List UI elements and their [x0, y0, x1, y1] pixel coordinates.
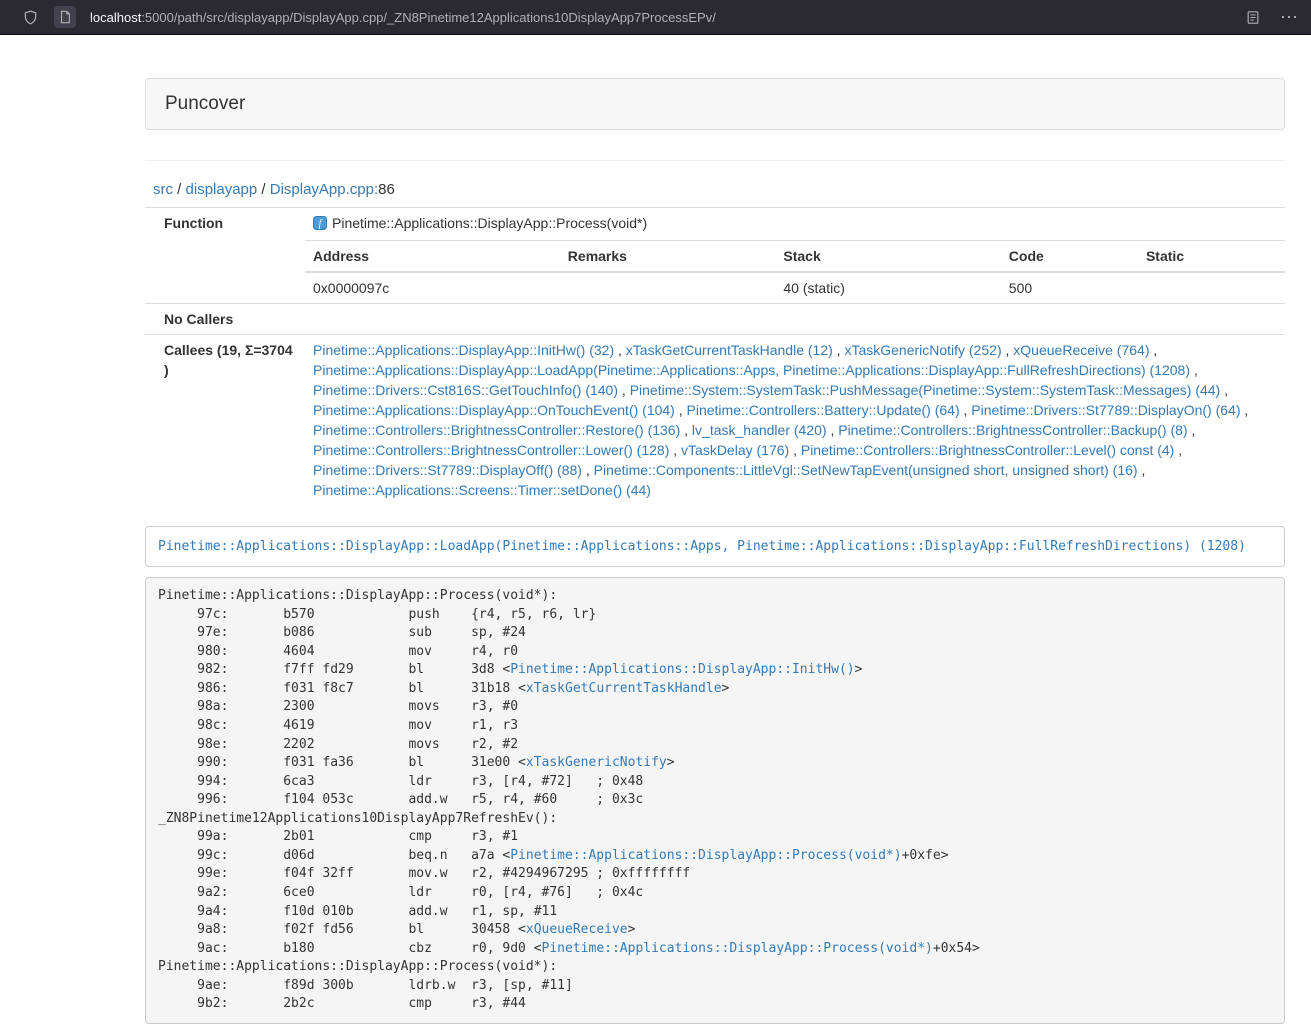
callee-link[interactable]: vTaskDelay (176): [681, 442, 789, 458]
breadcrumb: src / displayapp / DisplayApp.cpp:86: [145, 181, 1285, 198]
code-symbol-link[interactable]: Pinetime::Applications::DisplayApp::Proc…: [542, 941, 933, 956]
url-bar[interactable]: localhost:5000/path/src/displayapp/Displ…: [90, 10, 1246, 25]
callee-link[interactable]: Pinetime::Controllers::Battery::Update()…: [687, 402, 960, 418]
callee-link[interactable]: xTaskGetCurrentTaskHandle (12): [626, 342, 833, 358]
divider: [145, 160, 1285, 161]
loadapp-symbol-link[interactable]: Pinetime::Applications::DisplayApp::Load…: [158, 539, 1246, 554]
callee-link[interactable]: Pinetime::Drivers::St7789::DisplayOn() (…: [971, 402, 1240, 418]
function-icon: f: [313, 215, 327, 235]
url-host: localhost: [90, 10, 141, 25]
reader-view-icon[interactable]: [1246, 10, 1260, 25]
static-value: [1138, 272, 1285, 303]
url-path: :5000/path/src/displayapp/DisplayApp.cpp…: [141, 10, 716, 25]
callee-link[interactable]: Pinetime::Applications::DisplayApp::Init…: [313, 342, 614, 358]
function-label: Function: [145, 208, 305, 304]
stats-row-wrapper: Address Remarks Stack Code Static 0x0000…: [145, 241, 1285, 304]
callee-link[interactable]: Pinetime::Controllers::BrightnessControl…: [838, 422, 1187, 438]
no-callers-row: No Callers: [145, 304, 1285, 335]
callee-link[interactable]: Pinetime::Drivers::Cst816S::GetTouchInfo…: [313, 382, 618, 398]
function-name-cell: f Pinetime::Applications::DisplayApp::Pr…: [305, 208, 1285, 241]
breadcrumb-link-src[interactable]: src: [153, 181, 173, 198]
breadcrumb-separator: /: [177, 181, 181, 198]
callees-row: Callees (19, Σ=3704 ) Pinetime::Applicat…: [145, 335, 1285, 506]
column-header-remarks: Remarks: [560, 241, 776, 272]
breadcrumb-link-file[interactable]: DisplayApp.cpp:: [270, 181, 378, 198]
function-table: Function f Pinetime::Applications::Displ…: [145, 207, 1285, 505]
breadcrumb-link-displayapp[interactable]: displayapp: [186, 181, 258, 198]
callee-link[interactable]: Pinetime::System::SystemTask::PushMessag…: [630, 382, 1221, 398]
page-container: Puncover src / displayapp / DisplayApp.c…: [145, 35, 1285, 1024]
stack-value: 40 (static): [775, 272, 1000, 303]
remarks-value: [560, 272, 776, 303]
column-header-address: Address: [305, 241, 560, 272]
code-symbol-link[interactable]: Pinetime::Applications::DisplayApp::Init…: [510, 662, 854, 677]
more-menu-icon[interactable]: ⋯: [1280, 12, 1299, 22]
callee-link[interactable]: lv_task_handler (420): [692, 422, 827, 438]
page-icon[interactable]: [54, 6, 76, 28]
code-symbol-link[interactable]: xTaskGenericNotify: [526, 755, 667, 770]
symbol-box: Pinetime::Applications::DisplayApp::Load…: [145, 526, 1285, 567]
browser-toolbar: localhost:5000/path/src/displayapp/Displ…: [0, 0, 1311, 35]
breadcrumb-line-number: 86: [378, 181, 395, 198]
callee-link[interactable]: Pinetime::Applications::Screens::Timer::…: [313, 482, 651, 498]
function-row: Function f Pinetime::Applications::Displ…: [145, 208, 1285, 241]
page-title-panel: Puncover: [145, 78, 1285, 130]
callee-link[interactable]: xQueueReceive (764): [1013, 342, 1149, 358]
callee-link[interactable]: Pinetime::Applications::DisplayApp::Load…: [313, 362, 1190, 378]
callee-link[interactable]: Pinetime::Controllers::BrightnessControl…: [313, 422, 680, 438]
tracking-protection-shield-icon[interactable]: [23, 10, 38, 25]
callee-link[interactable]: Pinetime::Controllers::BrightnessControl…: [313, 442, 669, 458]
callees-list: Pinetime::Applications::DisplayApp::Init…: [305, 335, 1285, 506]
no-callers-cell: [305, 304, 1285, 335]
address-value: 0x0000097c: [305, 272, 560, 303]
code-size-value: 500: [1001, 272, 1138, 303]
column-header-code: Code: [1001, 241, 1138, 272]
callee-link[interactable]: Pinetime::Applications::DisplayApp::OnTo…: [313, 402, 675, 418]
callee-link[interactable]: xTaskGenericNotify (252): [844, 342, 1001, 358]
code-symbol-link[interactable]: xTaskGetCurrentTaskHandle: [526, 681, 722, 696]
stats-cell: Address Remarks Stack Code Static 0x0000…: [305, 241, 1285, 304]
page-title: Puncover: [165, 93, 245, 114]
stats-values-row: 0x0000097c 40 (static) 500: [305, 272, 1285, 303]
disassembly-code-block: Pinetime::Applications::DisplayApp::Proc…: [145, 577, 1285, 1024]
callee-link[interactable]: Pinetime::Components::LittleVgl::SetNewT…: [594, 462, 1138, 478]
callee-link[interactable]: Pinetime::Controllers::BrightnessControl…: [801, 442, 1174, 458]
column-header-stack: Stack: [775, 241, 1000, 272]
callees-label: Callees (19, Σ=3704 ): [145, 335, 305, 506]
function-name: Pinetime::Applications::DisplayApp::Proc…: [332, 215, 647, 231]
column-header-static: Static: [1138, 241, 1285, 272]
breadcrumb-separator: /: [261, 181, 265, 198]
no-callers-label: No Callers: [145, 304, 305, 335]
callee-link[interactable]: Pinetime::Drivers::St7789::DisplayOff() …: [313, 462, 582, 478]
code-symbol-link[interactable]: xQueueReceive: [526, 922, 628, 937]
stats-table: Address Remarks Stack Code Static 0x0000…: [305, 241, 1285, 303]
code-symbol-link[interactable]: Pinetime::Applications::DisplayApp::Proc…: [510, 848, 901, 863]
